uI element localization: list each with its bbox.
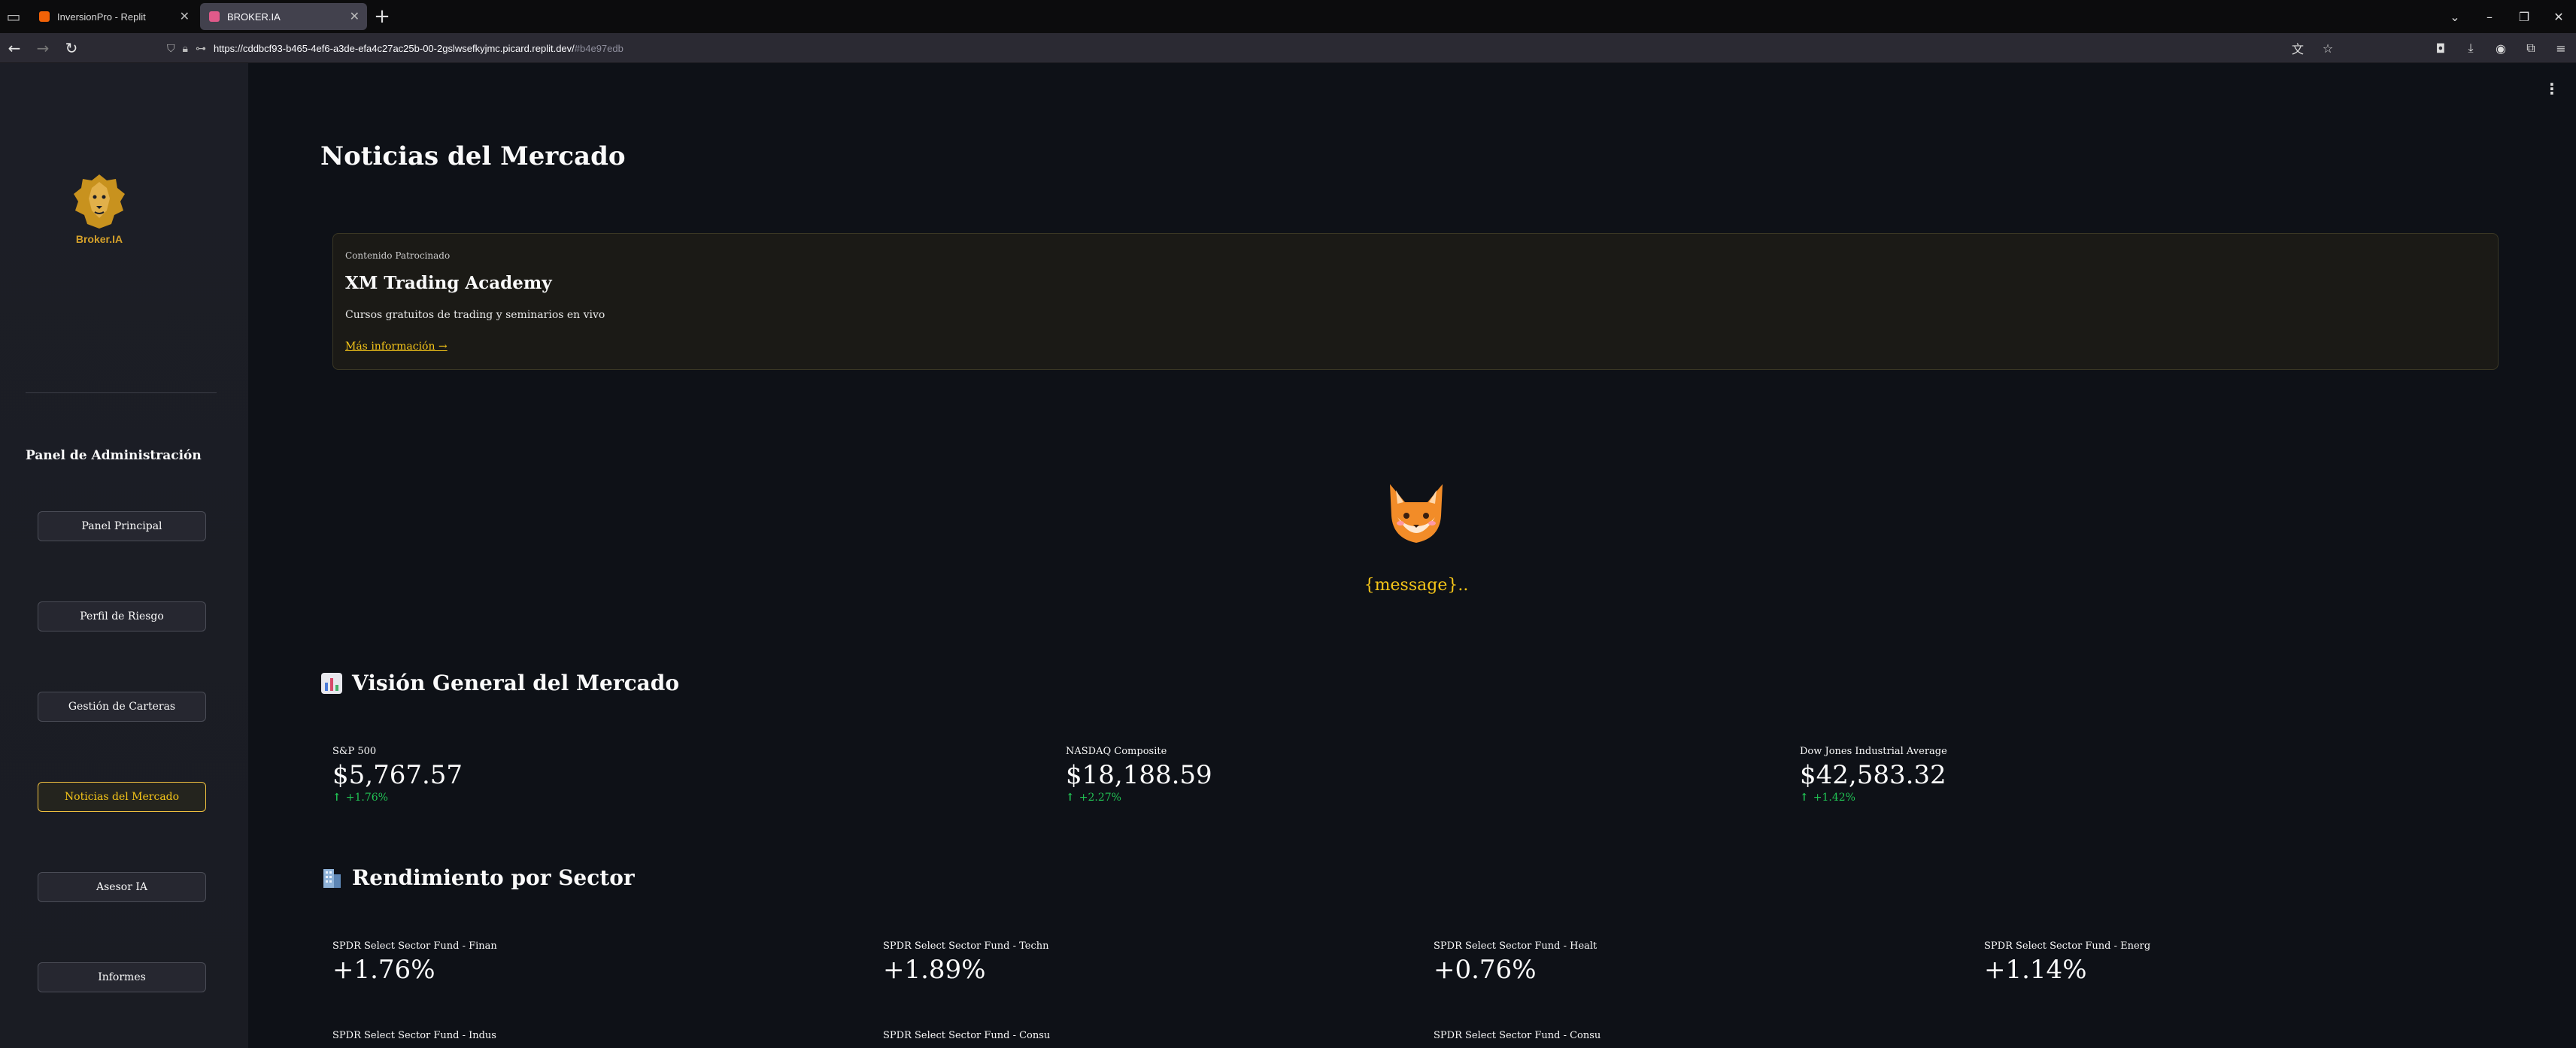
metric-nasdaq: NASDAQ Composite $18,188.59 ↑ +2.27% (1066, 746, 1212, 804)
metric-value: +1.89% (883, 955, 986, 985)
tab-list-icon[interactable]: ▭ (0, 0, 27, 33)
translate-icon[interactable]: 文 (2283, 39, 2313, 57)
close-tab-icon[interactable]: ✕ (350, 9, 360, 24)
pocket-icon[interactable]: ◘ (2426, 41, 2456, 56)
sponsored-tag: Contenido Patrocinado (345, 250, 451, 261)
downloads-icon[interactable]: ⤓ (2456, 41, 2486, 56)
main-content: ⋮ Noticias del Mercado Contenido Patroci… (248, 63, 2576, 1048)
account-icon[interactable]: ◉ (2486, 41, 2516, 56)
more-info-link[interactable]: Más información → (345, 341, 448, 353)
sponsored-card: Contenido Patrocinado XM Trading Academy… (332, 233, 2499, 370)
address-bar[interactable]: ⛉ 🔒︎ ⊶ https://cddbcf93-b465-4ef6-a3de-e… (167, 38, 2356, 59)
sidebar-item-gestion-carteras[interactable]: Gestión de Carteras (38, 692, 206, 722)
metric-value: +1.14% (1984, 955, 2087, 985)
metric-value: +0.76% (1434, 955, 1537, 985)
admin-panel-title: Panel de Administración (26, 448, 202, 463)
page-title: Noticias del Mercado (320, 141, 626, 171)
metric-label: SPDR Select Sector Fund - Finan (332, 940, 497, 952)
metric-delta: ↑ +2.27% (1066, 792, 1212, 804)
tab-overflow-icon[interactable]: ⌄ (2438, 10, 2472, 24)
sector-metric: SPDR Select Sector Fund - Energ +1.14% (1984, 940, 2150, 985)
logo-text: Broker.IA (75, 233, 123, 245)
sponsor-description: Cursos gratuitos de trading y seminarios… (345, 309, 605, 321)
extensions-icon[interactable]: ⧉ (2516, 41, 2546, 56)
sponsor-title: XM Trading Academy (345, 273, 552, 293)
sector-metric: SPDR Select Sector Fund - Indus (332, 1030, 496, 1041)
menu-icon[interactable]: ≡ (2546, 41, 2576, 56)
tab-title: InversionPro - Replit (57, 11, 146, 23)
sidebar-item-asesor-ia[interactable]: Asesor IA (38, 872, 206, 902)
tab-inversionpro[interactable]: InversionPro - Replit ✕ (30, 3, 197, 30)
metric-value: +1.76% (332, 955, 435, 985)
sector-metric: SPDR Select Sector Fund - Techn +1.89% (883, 940, 1049, 985)
shield-icon[interactable]: ⛉ (167, 42, 175, 55)
permissions-icon[interactable]: ⊶ (196, 42, 206, 55)
metric-label: SPDR Select Sector Fund - Indus (332, 1030, 496, 1041)
metric-label: SPDR Select Sector Fund - Consu (1434, 1030, 1601, 1041)
browser-tabbar: ▭ InversionPro - Replit ✕ BROKER.IA ✕ + … (0, 0, 2576, 33)
maximize-icon[interactable]: ❐ (2507, 10, 2541, 24)
metric-label: SPDR Select Sector Fund - Energ (1984, 940, 2151, 952)
market-overview-title: Visión General del Mercado (320, 671, 679, 695)
close-tab-icon[interactable]: ✕ (180, 9, 190, 24)
sector-metric: SPDR Select Sector Fund - Consu (1434, 1030, 1601, 1041)
new-tab-button[interactable]: + (367, 3, 397, 30)
toolbar-icons: 文 ☆ ◘ ⤓ ◉ ⧉ ≡ (2283, 33, 2576, 63)
lion-logo-icon (74, 174, 125, 229)
arrow-up-icon: ↑ (332, 792, 341, 804)
sidebar: Broker.IA Panel de Administración Panel … (0, 63, 248, 1048)
chart-favicon-icon (209, 11, 220, 22)
arrow-up-icon: ↑ (1066, 792, 1075, 804)
metric-value: $42,583.32 (1800, 760, 1946, 790)
sidebar-divider (26, 392, 217, 393)
metric-delta-text: +1.42% (1813, 792, 1855, 804)
minimize-icon[interactable]: – (2472, 10, 2507, 24)
tab-title: BROKER.IA (227, 11, 281, 23)
metric-value: $18,188.59 (1066, 760, 1212, 790)
sidebar-item-panel-principal[interactable]: Panel Principal (38, 511, 206, 541)
close-window-icon[interactable]: ✕ (2541, 10, 2576, 24)
sector-metric: SPDR Select Sector Fund - Finan +1.76% (332, 940, 497, 985)
arrow-up-icon: ↑ (1800, 792, 1809, 804)
window-controls: ⌄ – ❐ ✕ (2438, 0, 2576, 33)
lock-icon[interactable]: 🔒︎ (183, 42, 188, 55)
office-building-icon (323, 868, 341, 888)
section-title-text: Rendimiento por Sector (352, 865, 635, 890)
metric-label: SPDR Select Sector Fund - Healt (1434, 940, 1597, 952)
forward-icon[interactable]: → (29, 39, 57, 57)
sidebar-item-perfil-riesgo[interactable]: Perfil de Riesgo (38, 601, 206, 632)
sector-performance-title: Rendimiento por Sector (320, 865, 635, 890)
sidebar-item-informes[interactable]: Informes (38, 962, 206, 992)
reload-icon[interactable]: ↻ (57, 39, 86, 57)
bookmark-star-icon[interactable]: ☆ (2313, 41, 2343, 56)
sector-metric: SPDR Select Sector Fund - Healt +0.76% (1434, 940, 1597, 985)
metric-label: Dow Jones Industrial Average (1800, 746, 1947, 757)
metric-delta: ↑ +1.76% (332, 792, 463, 804)
section-title-text: Visión General del Mercado (352, 671, 680, 695)
metric-sp500: S&P 500 $5,767.57 ↑ +1.76% (332, 746, 463, 804)
metric-label: SPDR Select Sector Fund - Techn (883, 940, 1049, 952)
metric-label: NASDAQ Composite (1066, 746, 1167, 757)
metric-dow-jones: Dow Jones Industrial Average $42,583.32 … (1800, 746, 1947, 804)
metric-value: $5,767.57 (332, 760, 463, 790)
metric-delta-text: +2.27% (1079, 792, 1121, 804)
bar-chart-icon (321, 672, 342, 694)
url-text: https://cddbcf93-b465-4ef6-a3de-efa4c27a… (213, 42, 575, 54)
back-icon[interactable]: ← (0, 39, 29, 57)
metric-label: SPDR Select Sector Fund - Consu (883, 1030, 1051, 1041)
metric-delta-text: +1.76% (345, 792, 388, 804)
tab-brokeria[interactable]: BROKER.IA ✕ (200, 3, 367, 30)
browser-navbar: ← → ↻ ⛉ 🔒︎ ⊶ https://cddbcf93-b465-4ef6-… (0, 33, 2576, 63)
logo: Broker.IA (69, 173, 129, 256)
app-menu-icon[interactable]: ⋮ (2544, 80, 2559, 98)
fox-loading-icon (1390, 484, 1443, 543)
metric-label: S&P 500 (332, 746, 377, 757)
replit-favicon-icon (39, 11, 50, 22)
sidebar-item-noticias-mercado[interactable]: Noticias del Mercado (38, 782, 206, 812)
sector-metric: SPDR Select Sector Fund - Consu (883, 1030, 1050, 1041)
url-hash: #b4e97edb (574, 42, 624, 54)
loading-message: {message}.. (1364, 576, 1469, 595)
metric-delta: ↑ +1.42% (1800, 792, 1947, 804)
